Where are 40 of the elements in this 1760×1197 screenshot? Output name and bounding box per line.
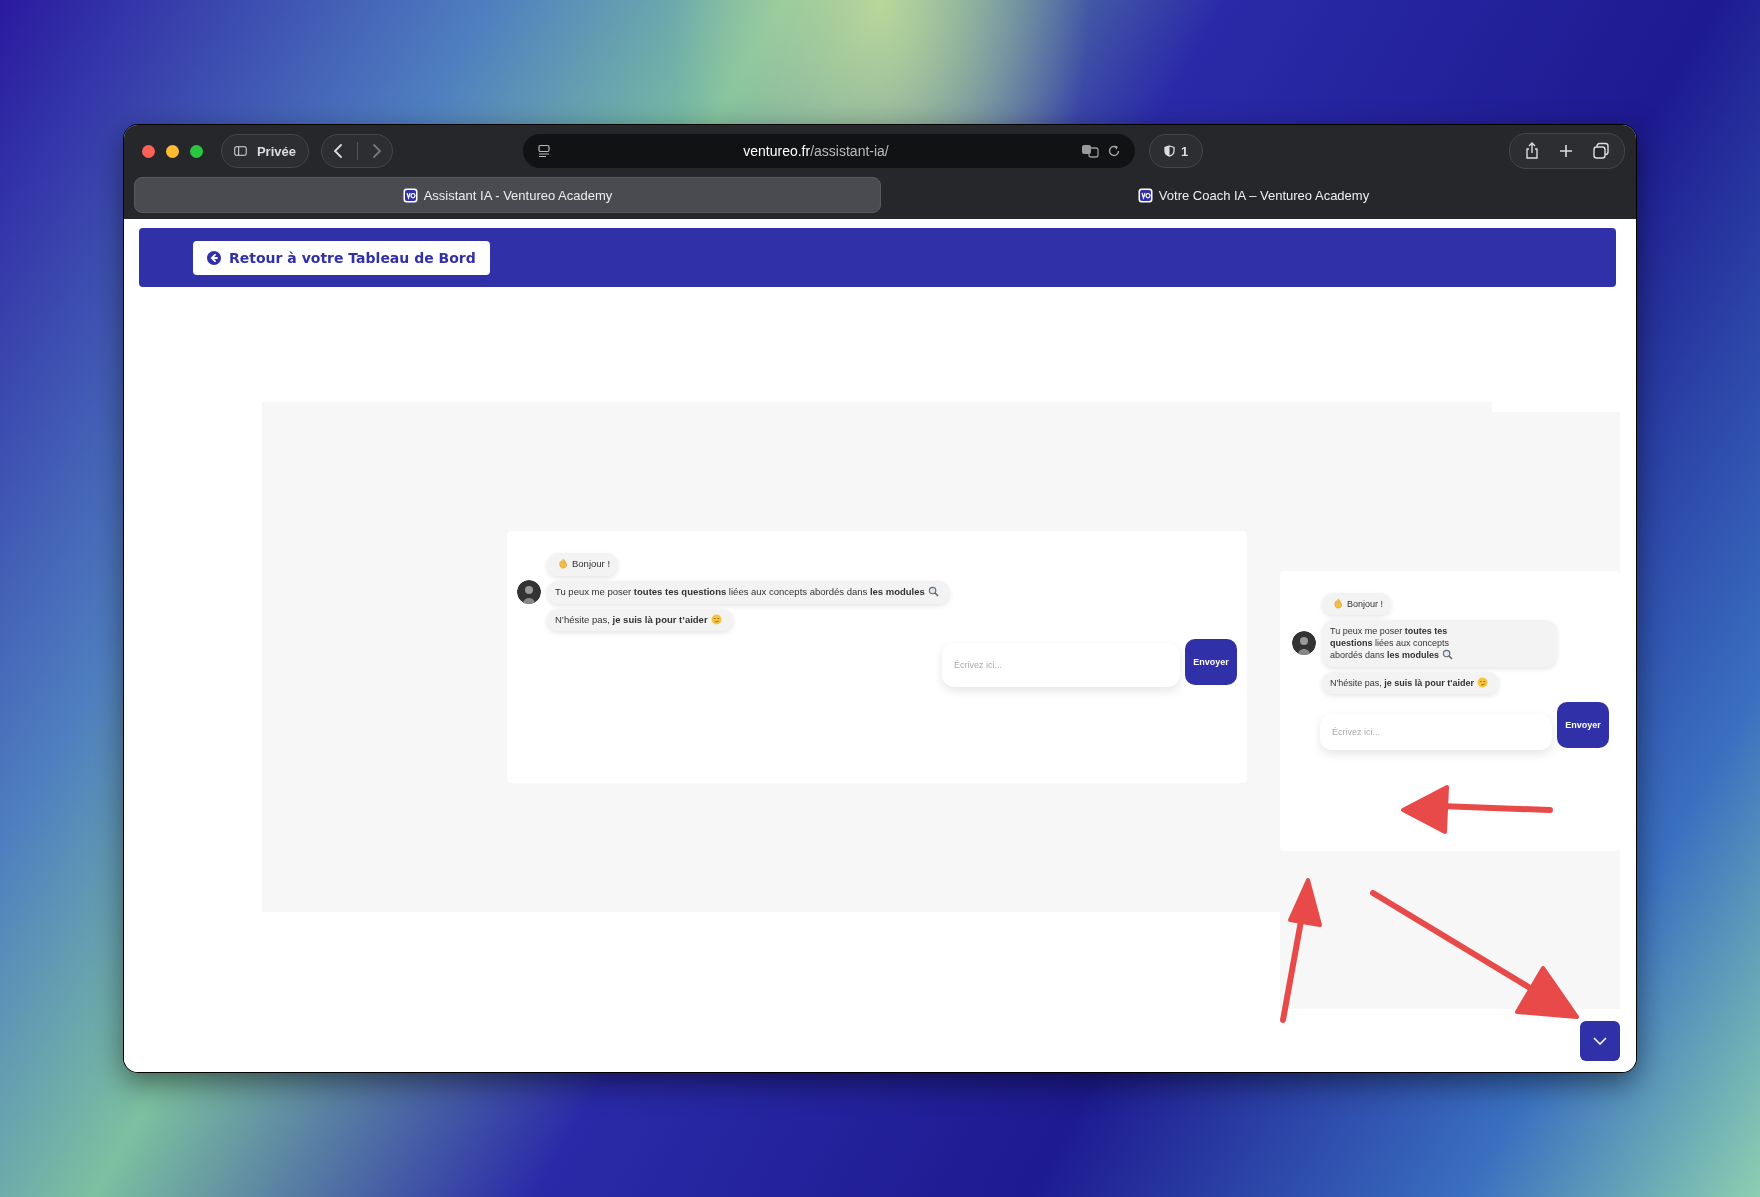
smirking-face-icon: [1476, 676, 1488, 688]
message-input[interactable]: Écrivez ici...: [942, 643, 1180, 688]
send-button[interactable]: Envoyer: [1185, 639, 1237, 686]
back-to-dashboard-button[interactable]: Retour à votre Tableau de Bord: [193, 240, 490, 275]
shield-icon: [1164, 145, 1175, 157]
message-input[interactable]: Écrivez ici...: [1320, 713, 1552, 750]
chat-message: Tu peux me poser toutes tes questions liées aux concepts abordés dans les modules: [547, 580, 950, 604]
site-logo-icon: [1137, 187, 1153, 203]
send-button[interactable]: Envoyer: [1557, 701, 1609, 748]
browser-tab[interactable]: Votre Coach IA – Ventureo Academy: [881, 177, 1626, 213]
magnifier-icon: [1442, 649, 1454, 661]
chat-message: N'hésite pas, je suis là pour t'aider: [1322, 671, 1499, 694]
close-window-button[interactable]: [142, 144, 155, 158]
avatar-icon: [517, 580, 541, 605]
translate-icon[interactable]: [1081, 144, 1099, 158]
site-logo-icon: [402, 187, 418, 203]
sidebar-icon: [234, 144, 247, 158]
chat-message: Tu peux me poser toutes tes questions liées aux concepts abordés dans les modules: [1322, 620, 1557, 667]
page-menu-icon[interactable]: [537, 144, 551, 158]
arrow-left-circle-icon: [207, 250, 221, 265]
chevron-down-icon: [1593, 1037, 1607, 1045]
back-icon[interactable]: [331, 143, 344, 159]
minimize-window-button[interactable]: [166, 144, 179, 158]
chat-message: Bonjour !: [547, 553, 619, 576]
address-bar[interactable]: ventureo.fr/assistant-ia/: [523, 134, 1135, 168]
new-tab-icon[interactable]: [1558, 143, 1574, 159]
forward-icon[interactable]: [370, 143, 383, 159]
smirking-face-icon: [710, 613, 722, 625]
reload-icon[interactable]: [1107, 144, 1121, 158]
sidebar-toggle-button[interactable]: Privée: [221, 134, 309, 168]
shields-button[interactable]: 1: [1149, 134, 1204, 168]
browser-tab[interactable]: Assistant IA - Ventureo Academy: [134, 177, 881, 213]
share-icon[interactable]: [1524, 142, 1540, 160]
scroll-down-button[interactable]: [1580, 1021, 1620, 1061]
avatar-icon: [1292, 631, 1316, 656]
zoom-window-button[interactable]: [190, 144, 203, 158]
tab-overview-icon[interactable]: [1592, 142, 1610, 160]
chat-message: N’hésite pas, je suis là pour t’aider: [547, 608, 733, 632]
chat-message: Bonjour !: [1322, 593, 1392, 616]
magnifier-icon: [927, 585, 939, 597]
